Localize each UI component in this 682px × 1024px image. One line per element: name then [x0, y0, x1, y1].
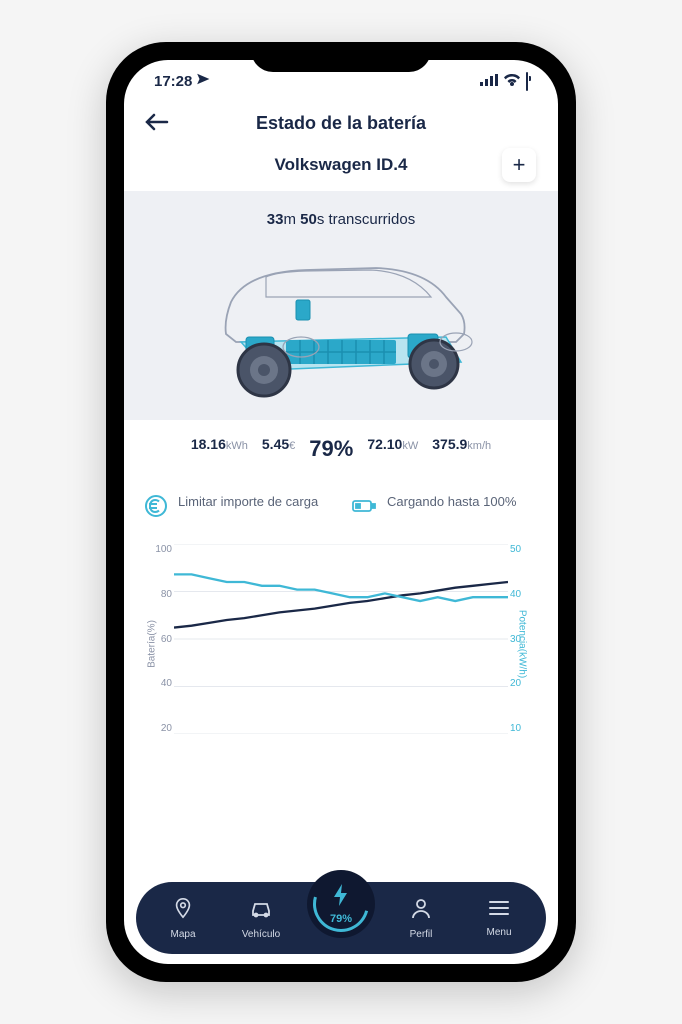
nav-map[interactable]: Mapa [151, 897, 215, 940]
nav-profile[interactable]: Perfil [389, 897, 453, 940]
charge-to-option[interactable]: Cargando hasta 100% [351, 494, 538, 524]
nav-profile-label: Perfil [410, 929, 433, 940]
nav-menu[interactable]: Menu [467, 899, 531, 938]
car-illustration [186, 242, 496, 402]
stat-cost: 5.45€ [262, 436, 295, 462]
phone-screen: 17:28 Estado de la bate [124, 60, 558, 964]
back-button[interactable] [144, 108, 170, 139]
chart-plot [174, 544, 508, 734]
euro-icon [144, 494, 168, 524]
location-icon [196, 72, 210, 90]
phone-frame: 17:28 Estado de la bate [106, 42, 576, 982]
header: Estado de la batería [124, 98, 558, 149]
nav-vehicle[interactable]: Vehículo [229, 897, 293, 940]
charge-to-label: Cargando hasta 100% [387, 494, 516, 511]
options-row: Limitar importe de carga Cargando hasta … [124, 478, 558, 534]
vehicle-name: Volkswagen ID.4 [275, 155, 408, 175]
notch [251, 42, 431, 72]
nav-menu-label: Menu [486, 927, 511, 938]
y-axis-left-ticks: 100 80 60 40 20 [144, 544, 172, 734]
nav-charge-percent: 79% [330, 913, 352, 925]
elapsed-time: 33m 50s transcurridos [124, 211, 558, 228]
stat-energy: 18.16kWh [191, 436, 248, 462]
signal-icon [480, 73, 498, 90]
add-vehicle-button[interactable]: + [502, 148, 536, 182]
vehicle-row: Volkswagen ID.4 + [124, 149, 558, 181]
battery-icon [526, 73, 528, 90]
stat-power: 72.10kW [367, 436, 418, 462]
nav-map-label: Mapa [170, 929, 195, 940]
menu-icon [488, 899, 510, 923]
car-icon [249, 897, 273, 925]
map-pin-icon [172, 897, 194, 925]
battery-charge-icon [351, 494, 377, 524]
page-title: Estado de la batería [256, 113, 426, 134]
car-panel: 33m 50s transcurridos [124, 191, 558, 478]
bottom-nav: Mapa Vehículo 79% Perfil [136, 882, 546, 954]
stat-range: 375.9km/h [432, 436, 491, 462]
user-icon [411, 897, 431, 925]
wifi-icon [504, 73, 520, 90]
status-time: 17:28 [154, 73, 192, 90]
stats-row: 18.16kWh 5.45€ 79% 72.10kW 375.9km/h [124, 420, 558, 478]
limit-amount-option[interactable]: Limitar importe de carga [144, 494, 331, 524]
bolt-icon [332, 884, 350, 912]
stat-percent: 79% [309, 436, 353, 462]
chart: Batería(%) Potencia(kW/h) 100 80 60 40 2… [124, 534, 558, 754]
nav-vehicle-label: Vehículo [242, 929, 280, 940]
limit-amount-label: Limitar importe de carga [178, 494, 318, 511]
nav-charge-button[interactable]: 79% [307, 870, 375, 938]
y-axis-right-ticks: 50 40 30 20 10 [510, 544, 538, 734]
